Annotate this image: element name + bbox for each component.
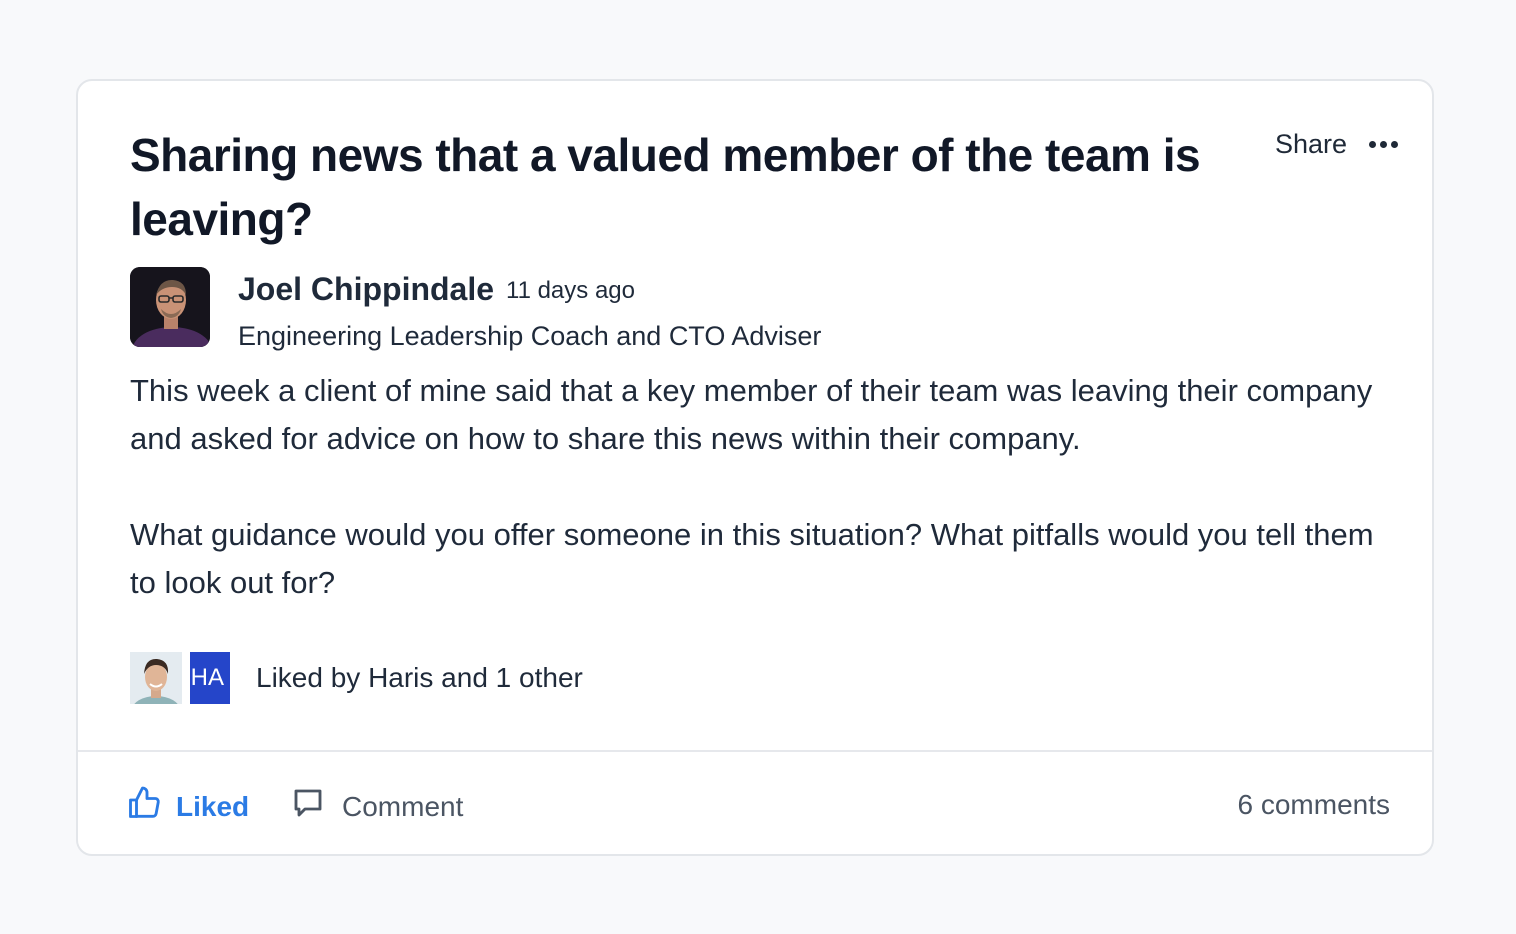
liker-initials-avatar: HA [190, 652, 230, 704]
comment-button[interactable]: Comment [290, 785, 463, 828]
author-block: Joel Chippindale 11 days ago Engineering… [130, 267, 1030, 351]
post-card: Sharing news that a valued member of the… [76, 79, 1434, 856]
post-top-actions: Share [1275, 129, 1398, 160]
post-timestamp: 11 days ago [506, 277, 635, 304]
post-footer: Liked Comment 6 comments [126, 781, 1390, 831]
liker-avatar-image [130, 652, 182, 704]
thumbs-up-icon [126, 785, 162, 828]
author-avatar[interactable] [130, 267, 210, 347]
footer-divider [78, 750, 1432, 752]
author-name[interactable]: Joel Chippindale [238, 271, 494, 308]
post-paragraph: This week a client of mine said that a k… [130, 373, 1373, 456]
post-body: This week a client of mine said that a k… [130, 367, 1390, 607]
author-avatar-image [130, 267, 210, 347]
liker-avatar [130, 652, 182, 704]
post-header: Sharing news that a valued member of the… [130, 123, 1260, 251]
comment-bubble-icon [290, 785, 326, 828]
more-horizontal-icon[interactable] [1369, 137, 1398, 152]
liked-label: Liked [176, 790, 250, 822]
comment-label: Comment [342, 790, 464, 822]
post-title: Sharing news that a valued member of the… [130, 129, 1201, 245]
post-paragraph: What guidance would you offer someone in… [130, 517, 1374, 600]
author-role: Engineering Leadership Coach and CTO Adv… [238, 321, 822, 351]
liked-button[interactable]: Liked [126, 785, 249, 828]
comments-count-link[interactable]: 6 comments [1238, 789, 1391, 821]
likes-text[interactable]: Liked by Haris and 1 other [256, 662, 583, 694]
likes-summary[interactable]: HA Liked by Haris and 1 other [130, 652, 730, 704]
share-button[interactable]: Share [1275, 129, 1347, 160]
